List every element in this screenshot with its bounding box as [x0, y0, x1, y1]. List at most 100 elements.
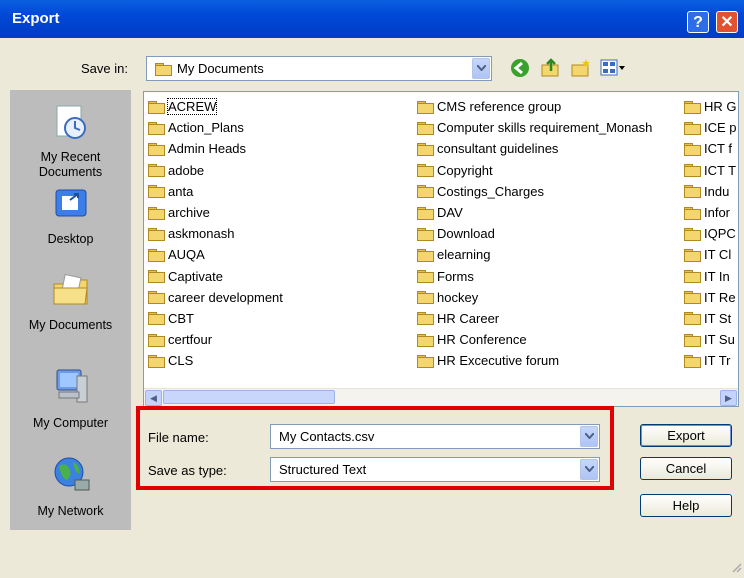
folder-item[interactable]: HR Career — [417, 308, 652, 329]
scroll-left-icon[interactable]: ◀ — [145, 390, 162, 406]
save-in-label: Save in: — [81, 61, 128, 76]
folder-icon — [148, 164, 165, 178]
folder-icon — [417, 206, 434, 220]
folder-label: ACREW — [166, 98, 218, 116]
desktop-icon — [10, 186, 131, 226]
title-bar: Export ? ✕ — [0, 0, 744, 38]
folder-item[interactable]: Admin Heads — [148, 138, 283, 159]
folder-item[interactable]: Forms — [417, 266, 652, 287]
place-label: My Network — [37, 504, 104, 518]
folder-icon — [417, 312, 434, 326]
place-label: My Recent — [40, 150, 101, 164]
folder-label: Indu — [704, 183, 730, 199]
folder-icon — [417, 333, 434, 347]
place-my-documents[interactable]: My Documents — [10, 272, 131, 333]
place-my-network[interactable]: My Network — [10, 454, 131, 519]
my-network-icon — [10, 454, 131, 498]
folder-label: HR Excecutive forum — [437, 353, 560, 369]
folder-item[interactable]: Infor — [684, 202, 737, 223]
folder-item[interactable]: Captivate — [148, 266, 283, 287]
save-as-type-dropdown[interactable]: Structured Text — [270, 457, 600, 482]
save-in-dropdown[interactable]: My Documents — [146, 56, 492, 81]
folder-icon — [148, 333, 165, 347]
folder-item[interactable]: IT Su — [684, 329, 737, 350]
folder-item[interactable]: hockey — [417, 287, 652, 308]
folder-item[interactable]: consultant guidelines — [417, 138, 652, 159]
chevron-down-icon[interactable] — [472, 58, 490, 79]
folder-item[interactable]: IT Tr — [684, 350, 737, 371]
chevron-down-icon[interactable] — [580, 459, 598, 480]
folder-item[interactable]: adobe — [148, 160, 283, 181]
folder-item[interactable]: anta — [148, 181, 283, 202]
place-desktop[interactable]: Desktop — [10, 186, 131, 247]
horizontal-scrollbar[interactable]: ◀ ▶ — [144, 388, 738, 406]
folder-item[interactable]: HR Conference — [417, 329, 652, 350]
folder-label: HR G — [704, 99, 737, 115]
folder-item[interactable]: IT Cl — [684, 244, 737, 265]
new-folder-icon[interactable] — [570, 57, 592, 82]
folder-item[interactable]: elearning — [417, 244, 652, 265]
folder-item[interactable]: AUQA — [148, 244, 283, 265]
folder-item[interactable]: CMS reference group — [417, 96, 652, 117]
folder-item[interactable]: Indu — [684, 181, 737, 202]
folder-label: Costings_Charges — [437, 183, 544, 199]
file-name-input[interactable]: My Contacts.csv — [270, 424, 600, 449]
folder-item[interactable]: Computer skills requirement_Monash — [417, 117, 652, 138]
folder-item[interactable]: career development — [148, 287, 283, 308]
help-button[interactable]: Help — [640, 494, 732, 517]
folder-item[interactable]: CLS — [148, 350, 283, 371]
place-my-computer[interactable]: My Computer — [10, 366, 131, 431]
folder-item[interactable]: certfour — [148, 329, 283, 350]
folder-icon — [684, 100, 701, 114]
folder-icon — [684, 164, 701, 178]
views-menu-icon[interactable] — [600, 58, 626, 81]
folder-item[interactable]: ICE p — [684, 117, 737, 138]
folder-label: IQPC — [704, 226, 736, 242]
folder-label: archive — [168, 205, 210, 221]
place-my-recent-documents[interactable]: My Recent Documents — [10, 104, 131, 180]
export-button[interactable]: Export — [640, 424, 732, 447]
file-name-value: My Contacts.csv — [279, 429, 375, 444]
back-icon[interactable] — [510, 58, 530, 81]
folder-label: ICE p — [704, 120, 737, 136]
folder-label: ICT f — [704, 141, 732, 157]
folder-item[interactable]: ICT f — [684, 138, 737, 159]
folder-label: certfour — [168, 332, 213, 348]
scroll-right-icon[interactable]: ▶ — [720, 390, 737, 406]
folder-label: IT Re — [704, 289, 736, 305]
folder-icon — [148, 248, 165, 262]
place-label: Desktop — [47, 232, 94, 246]
help-title-button[interactable]: ? — [687, 11, 709, 33]
chevron-down-icon[interactable] — [580, 426, 598, 447]
folder-item[interactable]: ACREW — [148, 96, 283, 117]
folder-item[interactable]: DAV — [417, 202, 652, 223]
folder-item[interactable]: Download — [417, 223, 652, 244]
up-folder-icon[interactable] — [540, 57, 562, 82]
folder-item[interactable]: Costings_Charges — [417, 181, 652, 202]
folder-item[interactable]: Copyright — [417, 160, 652, 181]
folder-item[interactable]: archive — [148, 202, 283, 223]
folder-icon — [684, 121, 701, 135]
folder-label: anta — [168, 183, 194, 199]
folder-icon — [417, 227, 434, 241]
folder-label: CLS — [168, 353, 194, 369]
folder-icon — [148, 291, 165, 305]
cancel-button[interactable]: Cancel — [640, 457, 732, 480]
file-list[interactable]: ACREW Action_Plans Admin Heads adobe ant… — [143, 91, 739, 407]
folder-item[interactable]: IT In — [684, 266, 737, 287]
folder-item[interactable]: IT Re — [684, 287, 737, 308]
folder-item[interactable]: ICT T — [684, 160, 737, 181]
resize-grip-icon[interactable] — [730, 561, 742, 576]
folder-icon — [684, 142, 701, 156]
folder-item[interactable]: HR Excecutive forum — [417, 350, 652, 371]
folder-icon — [417, 354, 434, 368]
folder-item[interactable]: HR G — [684, 96, 737, 117]
folder-item[interactable]: Action_Plans — [148, 117, 283, 138]
folder-item[interactable]: CBT — [148, 308, 283, 329]
folder-item[interactable]: IQPC — [684, 223, 737, 244]
folder-item[interactable]: IT St — [684, 308, 737, 329]
scrollbar-thumb[interactable] — [163, 390, 335, 404]
close-button[interactable]: ✕ — [716, 11, 738, 33]
folder-item[interactable]: askmonash — [148, 223, 283, 244]
folder-icon — [684, 270, 701, 284]
